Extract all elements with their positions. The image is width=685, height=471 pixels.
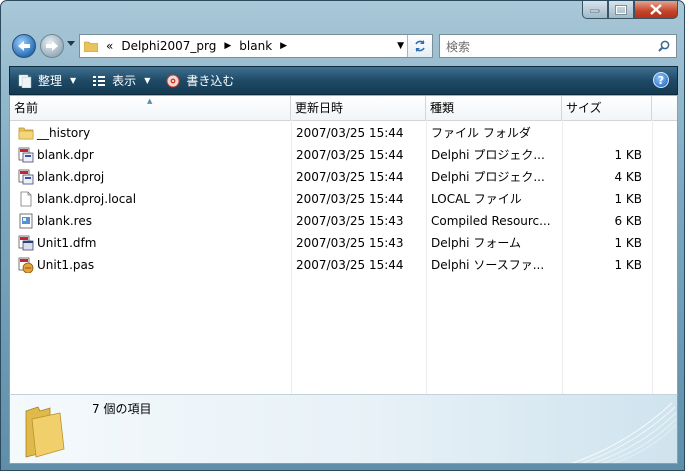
column-header-row: 名前 更新日時 種類 サイズ ▲ <box>10 96 677 121</box>
column-divider <box>652 120 653 394</box>
address-dropdown-icon[interactable]: ▼ <box>397 41 404 51</box>
search-icon[interactable] <box>658 40 670 52</box>
file-name-cell[interactable]: __history <box>18 122 288 144</box>
file-date: 2007/03/25 15:43 <box>296 236 404 250</box>
file-size: 1 KB <box>614 192 642 206</box>
file-type: Delphi ソースファ... <box>431 258 545 272</box>
burn-label: 書き込む <box>186 74 235 88</box>
views-button[interactable]: 表示 ▼ <box>92 70 150 92</box>
file-name-cell[interactable]: blank.dproj.local <box>18 188 288 210</box>
file-type: Delphi フォーム <box>431 236 521 250</box>
folder-icon <box>84 41 98 52</box>
file-row[interactable]: __history 2007/03/25 15:44 ファイル フォルダ <box>10 122 651 144</box>
file-name: blank.dproj.local <box>37 192 137 206</box>
file-row[interactable]: blank.res 2007/03/25 15:43 Compiled Resour… <box>10 210 651 232</box>
file-row[interactable]: Unit1.pas 2007/03/25 15:44 Delphi ソースファ...… <box>10 254 651 276</box>
details-pane: 7 個の項目 <box>9 394 678 464</box>
decorative-swoosh <box>571 402 677 463</box>
breadcrumb-separator-icon[interactable]: ▶ <box>224 41 231 51</box>
views-icon <box>92 74 106 88</box>
organize-label: 整理 <box>38 74 63 88</box>
file-name: blank.dproj <box>37 170 105 184</box>
file-type: ファイル フォルダ <box>431 126 531 140</box>
resource-file-icon <box>18 213 34 229</box>
file-type: Delphi プロジェク... <box>431 170 545 184</box>
file-size: 1 KB <box>614 258 642 272</box>
folder-large-icon <box>25 406 65 458</box>
breadcrumb-blank[interactable]: blank <box>239 39 272 53</box>
overflow-chevron[interactable]: « <box>106 39 113 53</box>
address-bar[interactable]: « Delphi2007_prg ▶ blank ▶ ▼ <box>79 34 433 58</box>
file-row[interactable]: Unit1.dfm 2007/03/25 15:43 Delphi フォーム 1 KB <box>10 232 651 254</box>
breadcrumb-delphi2007-prg[interactable]: Delphi2007_prg <box>121 39 216 53</box>
file-list[interactable]: 名前 更新日時 種類 サイズ ▲ __history 2007/03/25 15:… <box>9 96 678 394</box>
maximize-button[interactable] <box>608 1 634 19</box>
delphi-form-icon <box>18 235 34 251</box>
file-name-cell[interactable]: blank.dproj <box>18 166 288 188</box>
burn-disc-icon <box>166 74 180 88</box>
breadcrumb-separator-icon[interactable]: ▶ <box>280 41 287 51</box>
refresh-button[interactable] <box>407 35 432 57</box>
file-type: Delphi プロジェク... <box>431 148 545 162</box>
back-button[interactable] <box>12 34 36 58</box>
explorer-window: « Delphi2007_prg ▶ blank ▶ ▼ 検索 整理 ▼ 表示 … <box>0 0 685 471</box>
file-name: blank.res <box>37 214 92 228</box>
file-name-cell[interactable]: blank.dpr <box>18 144 288 166</box>
file-name: Unit1.dfm <box>37 236 97 250</box>
file-date: 2007/03/25 15:43 <box>296 214 404 228</box>
recent-pages-dropdown[interactable] <box>67 41 76 47</box>
chevron-down-icon: ▼ <box>144 76 151 85</box>
search-box[interactable]: 検索 <box>439 34 677 58</box>
file-row[interactable]: blank.dpr 2007/03/25 15:44 Delphi プロジェク...… <box>10 144 651 166</box>
close-icon <box>650 4 662 15</box>
close-button[interactable] <box>634 1 678 19</box>
file-date: 2007/03/25 15:44 <box>296 258 404 272</box>
command-bar: 整理 ▼ 表示 ▼ 書き込む ? <box>9 66 678 95</box>
file-size: 1 KB <box>614 148 642 162</box>
forward-button[interactable] <box>40 34 64 58</box>
file-size: 4 KB <box>614 170 642 184</box>
organize-icon <box>18 74 32 88</box>
file-name-cell[interactable]: blank.res <box>18 210 288 232</box>
file-name-cell[interactable]: Unit1.dfm <box>18 232 288 254</box>
file-name: blank.dpr <box>37 148 94 162</box>
file-date: 2007/03/25 15:44 <box>296 126 404 140</box>
file-type: Compiled Resourc... <box>431 214 551 228</box>
arrow-right-icon <box>46 41 58 51</box>
item-count: 7 個の項目 <box>92 402 152 416</box>
organize-button[interactable]: 整理 ▼ <box>18 70 76 92</box>
file-size: 6 KB <box>614 214 642 228</box>
column-header-type[interactable]: 種類 <box>426 96 562 120</box>
column-header-size[interactable]: サイズ <box>562 96 652 120</box>
delphi-project-icon <box>18 147 34 163</box>
maximize-icon <box>615 4 627 15</box>
delphi-source-icon <box>18 257 34 274</box>
chevron-down-icon: ▼ <box>70 76 77 85</box>
file-name-cell[interactable]: Unit1.pas <box>18 254 288 276</box>
refresh-icon <box>415 40 425 52</box>
help-button[interactable]: ? <box>653 72 669 88</box>
file-row[interactable]: blank.dproj.local 2007/03/25 15:44 LOCAL フ… <box>10 188 651 210</box>
caption-buttons <box>582 1 678 21</box>
search-input[interactable]: 検索 <box>446 38 658 55</box>
file-type: LOCAL ファイル <box>431 192 522 206</box>
arrow-left-icon <box>18 41 30 51</box>
minimize-icon <box>590 9 600 12</box>
folder-icon <box>18 125 34 141</box>
column-header-date[interactable]: 更新日時 <box>291 96 426 120</box>
views-label: 表示 <box>112 74 137 88</box>
file-size: 1 KB <box>614 236 642 250</box>
file-name: Unit1.pas <box>37 258 95 272</box>
minimize-button[interactable] <box>582 1 608 19</box>
file-size <box>570 122 642 144</box>
file-name: __history <box>37 126 91 140</box>
burn-button[interactable]: 書き込む <box>166 70 234 92</box>
file-date: 2007/03/25 15:44 <box>296 148 404 162</box>
delphi-project-icon <box>18 169 34 185</box>
sort-ascending-icon: ▲ <box>147 97 153 105</box>
file-date: 2007/03/25 15:44 <box>296 170 404 184</box>
file-row[interactable]: blank.dproj 2007/03/25 15:44 Delphi プロジェク.… <box>10 166 651 188</box>
file-date: 2007/03/25 15:44 <box>296 192 404 206</box>
generic-file-icon <box>18 191 34 207</box>
